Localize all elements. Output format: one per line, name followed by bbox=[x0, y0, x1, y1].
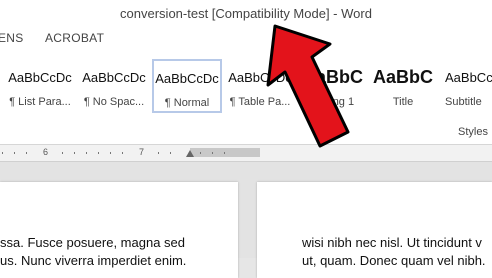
ruler-tick bbox=[170, 152, 171, 154]
style-list-paragraph[interactable]: AaBbCcDc ¶ List Para... bbox=[5, 59, 75, 113]
style-label: Title bbox=[392, 96, 414, 108]
style-sample: AaBbCcDc bbox=[445, 70, 492, 85]
document-canvas: ssa. Fusce posuere, magna sed us. Nunc v… bbox=[0, 162, 492, 278]
page-text: wisi nibh nec nisl. Ut tincidunt v ut, q… bbox=[302, 234, 486, 270]
style-sample: AaBbC bbox=[372, 67, 433, 87]
ruler-tick bbox=[74, 152, 75, 154]
ruler-tick bbox=[62, 152, 63, 154]
tab-references[interactable]: ENS bbox=[0, 31, 24, 45]
text-line: us. Nunc viverra imperdiet enim. bbox=[0, 253, 187, 268]
style-label: ¶ No Spac... bbox=[83, 96, 145, 108]
text-line: ssa. Fusce posuere, magna sed bbox=[0, 235, 185, 250]
styles-group-label: Styles bbox=[458, 126, 488, 138]
annotation-arrow bbox=[266, 24, 350, 148]
style-label: ¶ Normal bbox=[164, 97, 210, 109]
ruler-tick bbox=[26, 152, 27, 154]
style-sample: AaBbCcDc bbox=[8, 70, 72, 85]
right-indent-marker[interactable] bbox=[186, 150, 194, 157]
style-title[interactable]: AaBbC Title bbox=[368, 59, 438, 113]
page-text: ssa. Fusce posuere, magna sed us. Nunc v… bbox=[0, 234, 186, 270]
text-line: ut, quam. Donec quam vel nibh. bbox=[302, 253, 486, 268]
document-page-right[interactable]: wisi nibh nec nisl. Ut tincidunt v ut, q… bbox=[257, 182, 492, 278]
ruler-tick bbox=[98, 152, 99, 154]
ruler-tick bbox=[212, 152, 213, 154]
style-label: ¶ List Para... bbox=[9, 96, 71, 108]
tab-acrobat[interactable]: ACROBAT bbox=[45, 31, 104, 45]
style-sample: AaBbCcDc bbox=[82, 70, 146, 85]
ruler-tick bbox=[14, 152, 15, 154]
ruler-tick bbox=[158, 152, 159, 154]
document-page-left[interactable]: ssa. Fusce posuere, magna sed us. Nunc v… bbox=[0, 182, 238, 278]
ruler-tick bbox=[224, 152, 225, 154]
arrow-shape bbox=[266, 24, 350, 148]
ruler-tick bbox=[122, 152, 123, 154]
style-no-spacing[interactable]: AaBbCcDc ¶ No Spac... bbox=[79, 59, 149, 113]
style-subtitle[interactable]: AaBbCcDc Subtitle bbox=[438, 59, 492, 113]
style-normal[interactable]: AaBbCcDc ¶ Normal bbox=[152, 59, 222, 113]
ruler-number: 6 bbox=[43, 147, 49, 157]
ruler-tick bbox=[200, 152, 201, 154]
style-sample: AaBbCcDc bbox=[155, 71, 219, 86]
ruler-number: 7 bbox=[139, 147, 145, 157]
style-label: Subtitle bbox=[445, 96, 482, 108]
text-line: wisi nibh nec nisl. Ut tincidunt v bbox=[302, 235, 482, 250]
ruler-tick bbox=[86, 152, 87, 154]
ruler-tick bbox=[110, 152, 111, 154]
ruler-tick bbox=[2, 152, 3, 154]
